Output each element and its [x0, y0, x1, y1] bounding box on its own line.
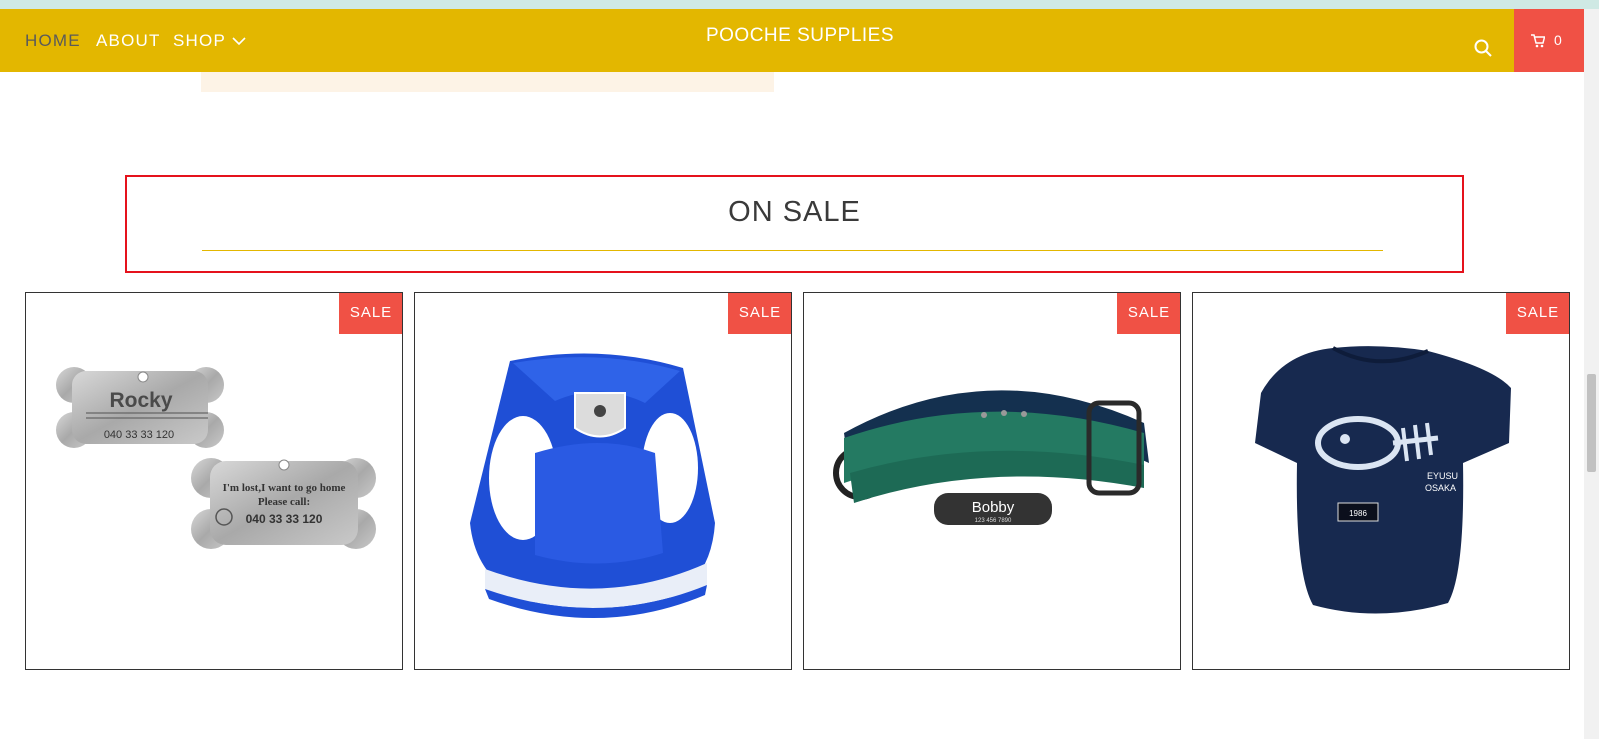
- product-card-pet-id-tags[interactable]: Rocky 040 33 33 120 I'm lost,I want to g…: [25, 292, 403, 670]
- sale-badge: SALE: [339, 293, 402, 334]
- sale-badge: SALE: [728, 293, 791, 334]
- sale-badge: SALE: [1506, 293, 1569, 334]
- tag2-line2: Please call:: [258, 496, 310, 508]
- tag1-name: Rocky: [109, 389, 172, 412]
- cart-count: 0: [1554, 32, 1562, 48]
- tag1-phone: 040 33 33 120: [104, 429, 174, 441]
- on-sale-heading-box: ON SALE: [125, 175, 1464, 273]
- previous-section-block: [201, 72, 774, 92]
- page-scrollbar[interactable]: [1584, 9, 1599, 739]
- collar-phone: 123 456 7890: [975, 518, 1012, 524]
- nav-home-link[interactable]: HOME: [25, 31, 81, 51]
- chevron-down-icon[interactable]: [232, 36, 246, 46]
- product-image-navy-shirt[interactable]: EYUSU OSAKA 1986: [1193, 293, 1569, 669]
- product-image-pet-id-tags[interactable]: Rocky 040 33 33 120 I'm lost,I want to g…: [26, 293, 402, 669]
- shirt-text-2: OSAKA: [1425, 483, 1456, 493]
- section-title: ON SALE: [728, 196, 861, 228]
- product-card-green-collar[interactable]: Bobby 123 456 7890 SALE: [803, 292, 1181, 670]
- tag2-line1: I'm lost,I want to go home: [223, 482, 346, 494]
- sale-badge: SALE: [1117, 293, 1180, 334]
- shirt-text-1: EYUSU: [1427, 471, 1458, 481]
- scrollbar-thumb[interactable]: [1587, 374, 1596, 472]
- title-underline: [202, 250, 1383, 251]
- nav-about-link[interactable]: ABOUT: [96, 31, 161, 51]
- cart-button[interactable]: 0: [1514, 9, 1584, 72]
- product-image-green-collar[interactable]: Bobby 123 456 7890: [804, 293, 1180, 669]
- nav-shop-link[interactable]: SHOP: [173, 31, 226, 51]
- product-card-blue-harness[interactable]: SALE: [414, 292, 792, 670]
- site-brand-name[interactable]: POOCHE SUPPLIES: [600, 25, 1000, 47]
- shirt-label: 1986: [1349, 509, 1367, 518]
- search-icon[interactable]: [1474, 39, 1492, 57]
- browser-top-strip: [0, 0, 1599, 9]
- cart-icon: [1531, 34, 1545, 48]
- site-header: HOME ABOUT SHOP POOCHE SUPPLIES: [0, 9, 1584, 72]
- tag2-phone: 040 33 33 120: [246, 512, 323, 526]
- product-card-navy-shirt[interactable]: EYUSU OSAKA 1986 SALE: [1192, 292, 1570, 670]
- product-image-blue-harness[interactable]: [415, 293, 791, 669]
- collar-name: Bobby: [972, 499, 1015, 516]
